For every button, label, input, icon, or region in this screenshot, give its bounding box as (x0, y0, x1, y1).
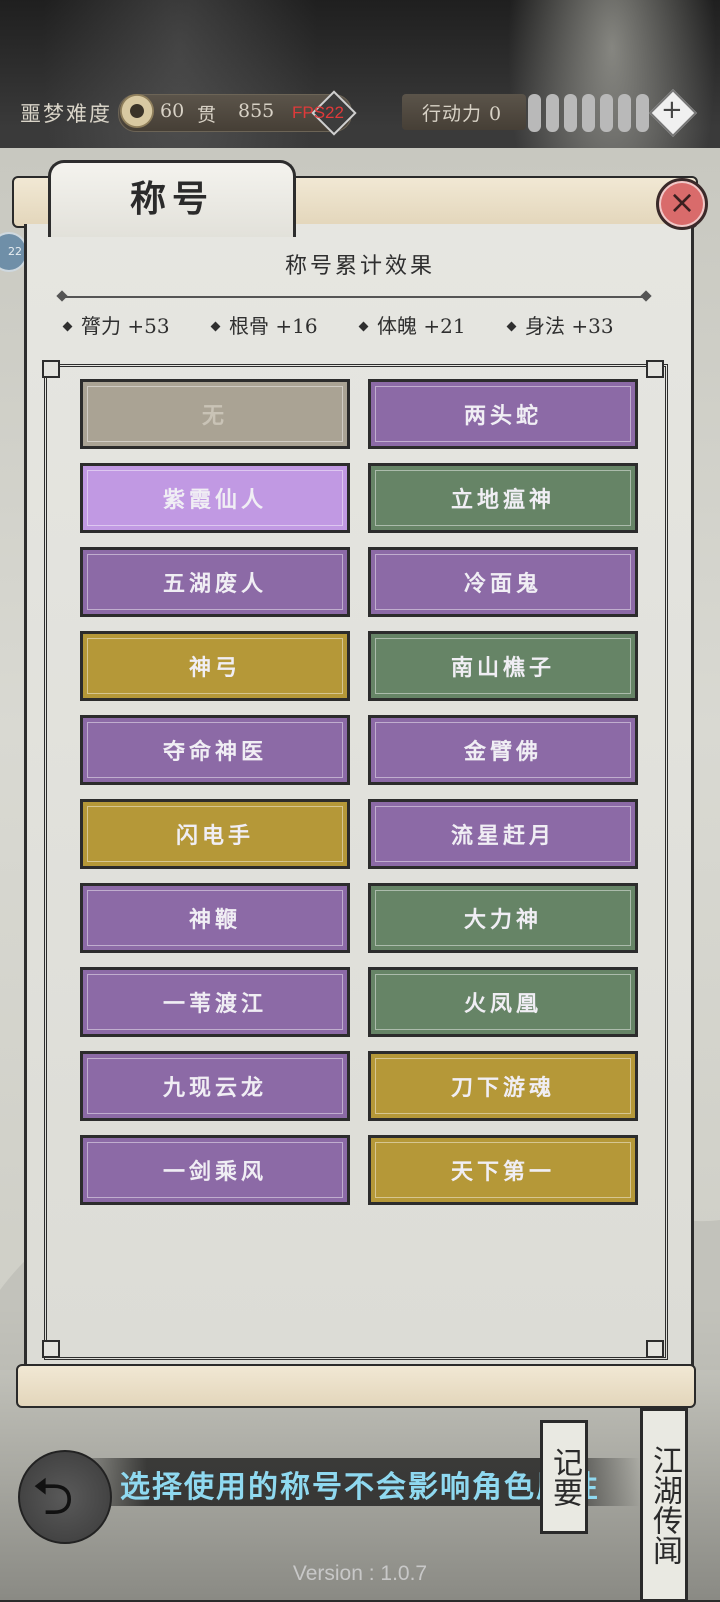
top-status-bar: 噩梦难度 60 贯 855 FPS22 行动力 0 + (0, 88, 720, 138)
stat-agility: 身法 +33 (506, 310, 614, 339)
title-button-label: 大力神 (463, 907, 542, 933)
stat-strength: 膂力 +53 (62, 310, 170, 339)
energy-segment (528, 94, 541, 132)
title-button[interactable]: 夺命神医 (80, 715, 350, 785)
title-button[interactable]: 神鞭 (80, 883, 350, 953)
frame-corner (42, 1340, 60, 1358)
title-button[interactable]: 流星赶月 (368, 799, 638, 869)
title-button-label: 夺命神医 (162, 739, 267, 765)
plus-icon[interactable]: + (661, 94, 683, 126)
title-button-label: 流星赶月 (450, 823, 555, 849)
action-points-label: 行动力 0 (422, 103, 503, 125)
title-button[interactable]: 一苇渡江 (80, 967, 350, 1037)
diamond-bullet-icon (358, 321, 369, 332)
stat-physique: 体魄 +21 (358, 310, 466, 339)
title-button-label: 火凤凰 (463, 991, 542, 1017)
divider (62, 296, 646, 298)
title-button[interactable]: 无 (80, 379, 350, 449)
title-button-label: 五湖废人 (162, 571, 267, 597)
title-button[interactable]: 刀下游魂 (368, 1051, 638, 1121)
title-button-label: 南山樵子 (450, 655, 555, 681)
title-button-label: 神鞭 (188, 907, 241, 933)
title-button[interactable]: 火凤凰 (368, 967, 638, 1037)
title-button-label: 一剑乘风 (162, 1159, 267, 1185)
energy-segment (582, 94, 595, 132)
title-button[interactable]: 天下第一 (368, 1135, 638, 1205)
energy-segment (546, 94, 559, 132)
stat-constitution: 根骨 +16 (210, 310, 318, 339)
diamond-bullet-icon (210, 321, 221, 332)
title-button-label: 冷面鬼 (463, 571, 542, 597)
title-button-label: 闪电手 (175, 823, 254, 849)
title-button[interactable]: 立地瘟神 (368, 463, 638, 533)
title-button-label: 无 (201, 403, 228, 429)
back-arrow-icon[interactable]: ⮌ (32, 1458, 74, 1547)
title-button-label: 九现云龙 (162, 1075, 267, 1101)
frame-corner (646, 360, 664, 378)
version-label: Version : 1.0.7 (292, 1562, 428, 1585)
title-button-label: 一苇渡江 (162, 991, 267, 1017)
coin-icon (120, 94, 154, 128)
effect-title: 称号累计效果 (284, 254, 435, 279)
currency-value: 855 (238, 100, 275, 122)
tab-title-label: 称号 (129, 178, 214, 220)
diamond-bullet-icon (506, 321, 517, 332)
title-button-label: 天下第一 (450, 1159, 555, 1185)
title-button[interactable]: 金臂佛 (368, 715, 638, 785)
title-button[interactable]: 五湖废人 (80, 547, 350, 617)
scroll-bottom-rod (16, 1364, 696, 1408)
energy-segment (618, 94, 631, 132)
notes-card[interactable]: 记要 (540, 1420, 588, 1534)
energy-segment (600, 94, 613, 132)
frame-corner (646, 1340, 664, 1358)
diamond-bullet-icon (62, 321, 73, 332)
title-button[interactable]: 紫霞仙人 (80, 463, 350, 533)
energy-segment (636, 94, 649, 132)
title-button[interactable]: 一剑乘风 (80, 1135, 350, 1205)
frame-corner (42, 360, 60, 378)
close-icon[interactable]: × (656, 176, 708, 228)
fps-counter: FPS22 (292, 103, 344, 122)
title-button[interactable]: 神弓 (80, 631, 350, 701)
title-button-label: 紫霞仙人 (162, 487, 267, 513)
currency-label: 贯 (197, 104, 217, 126)
title-button-label: 金臂佛 (463, 739, 542, 765)
title-button-label: 神弓 (188, 655, 241, 681)
title-button[interactable]: 闪电手 (80, 799, 350, 869)
title-button-label: 刀下游魂 (450, 1075, 555, 1101)
title-button[interactable]: 九现云龙 (80, 1051, 350, 1121)
title-button[interactable]: 两头蛇 (368, 379, 638, 449)
difficulty-label: 噩梦难度 (20, 102, 112, 126)
title-button[interactable]: 冷面鬼 (368, 547, 638, 617)
title-button[interactable]: 南山樵子 (368, 631, 638, 701)
energy-segment (564, 94, 577, 132)
coin-count: 60 (160, 100, 185, 122)
title-button-label: 两头蛇 (463, 403, 542, 429)
title-button-label: 立地瘟神 (450, 487, 555, 513)
title-button[interactable]: 大力神 (368, 883, 638, 953)
